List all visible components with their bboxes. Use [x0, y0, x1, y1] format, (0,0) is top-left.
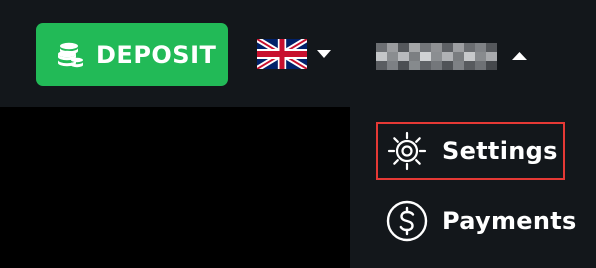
language-selector[interactable]	[257, 39, 337, 69]
menu-item-payments[interactable]: Payments	[350, 193, 596, 249]
deposit-button-label: DEPOSIT	[96, 40, 217, 69]
coins-icon	[58, 42, 83, 67]
user-dropdown-menu: Settings Payments	[350, 107, 596, 268]
menu-item-payments-label: Payments	[442, 207, 577, 235]
username-pixelated	[376, 43, 497, 70]
page: DEPOSIT Settings Payments	[0, 0, 596, 268]
caret-up-icon	[512, 52, 527, 60]
dollar-circle-icon	[386, 200, 428, 242]
settings-icon	[387, 131, 427, 171]
menu-item-settings[interactable]: Settings	[350, 123, 596, 179]
top-navigation-bar: DEPOSIT	[0, 0, 596, 107]
menu-item-settings-label: Settings	[442, 137, 558, 165]
caret-down-icon	[317, 50, 331, 58]
uk-flag-icon	[257, 39, 307, 69]
deposit-button[interactable]: DEPOSIT	[36, 23, 228, 86]
user-menu-toggle[interactable]	[376, 39, 536, 73]
